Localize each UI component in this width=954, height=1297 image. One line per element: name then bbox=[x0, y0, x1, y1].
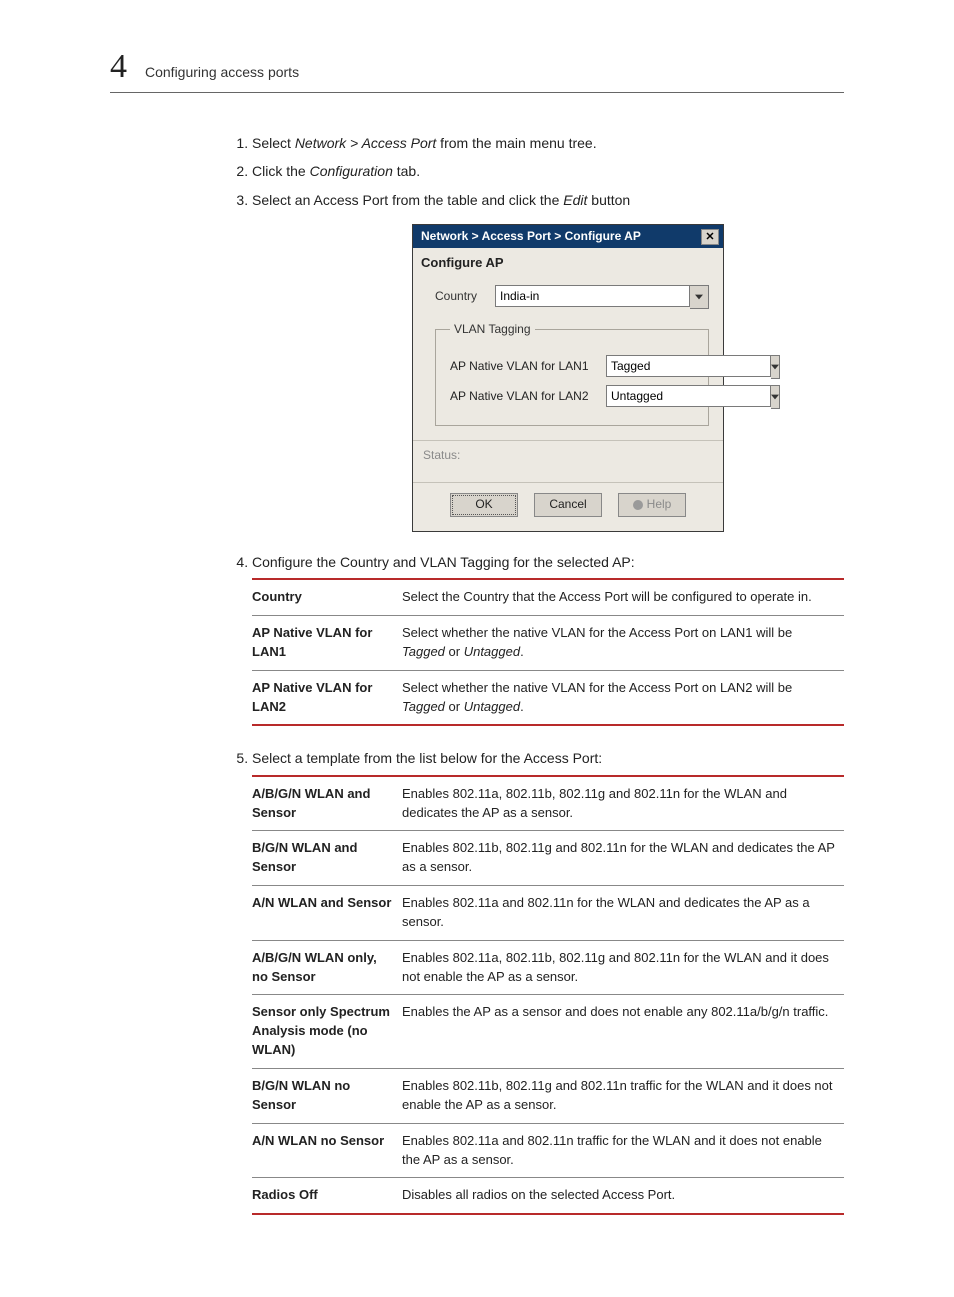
steps-list: Select Network > Access Port from the ma… bbox=[230, 133, 844, 1215]
chevron-down-icon[interactable] bbox=[771, 355, 780, 379]
step-1: Select Network > Access Port from the ma… bbox=[252, 133, 844, 153]
chapter-number: 4 bbox=[110, 48, 127, 86]
step-5: Select a template from the list below fo… bbox=[252, 748, 844, 1215]
table-row: Country Select the Country that the Acce… bbox=[252, 579, 844, 615]
status-area: Status: bbox=[413, 440, 723, 483]
step-3: Select an Access Port from the table and… bbox=[252, 190, 844, 532]
table-row: A/B/G/N WLAN only, no Sensor Enables 802… bbox=[252, 940, 844, 995]
lan2-input[interactable] bbox=[606, 385, 771, 407]
table-row: Radios Off Disables all radios on the se… bbox=[252, 1178, 844, 1214]
cancel-button[interactable]: Cancel bbox=[534, 493, 602, 517]
country-vlan-table: Country Select the Country that the Acce… bbox=[252, 578, 844, 726]
table-row: Sensor only Spectrum Analysis mode (no W… bbox=[252, 995, 844, 1069]
table-row: A/N WLAN and Sensor Enables 802.11a and … bbox=[252, 886, 844, 941]
table-row: A/N WLAN no Sensor Enables 802.11a and 8… bbox=[252, 1123, 844, 1178]
lan2-label: AP Native VLAN for LAN2 bbox=[450, 388, 606, 405]
table-row: A/B/G/N WLAN and Sensor Enables 802.11a,… bbox=[252, 776, 844, 831]
help-button[interactable]: Help bbox=[618, 493, 686, 517]
lan1-input[interactable] bbox=[606, 355, 771, 377]
table-row: AP Native VLAN for LAN2 Select whether t… bbox=[252, 670, 844, 725]
page-header: 4 Configuring access ports bbox=[110, 48, 844, 93]
close-icon[interactable]: ✕ bbox=[701, 229, 719, 245]
country-select[interactable] bbox=[495, 285, 709, 309]
lan1-label: AP Native VLAN for LAN1 bbox=[450, 358, 606, 375]
country-label: Country bbox=[435, 288, 495, 305]
section-title: Configuring access ports bbox=[145, 64, 299, 80]
table-row: B/G/N WLAN no Sensor Enables 802.11b, 80… bbox=[252, 1069, 844, 1124]
vlan-tagging-fieldset: VLAN Tagging AP Native VLAN for LAN1 bbox=[435, 321, 709, 425]
dialog-title: Network > Access Port > Configure AP bbox=[421, 228, 641, 245]
table-row: AP Native VLAN for LAN1 Select whether t… bbox=[252, 616, 844, 671]
step-2: Click the Configuration tab. bbox=[252, 161, 844, 181]
table-row: B/G/N WLAN and Sensor Enables 802.11b, 8… bbox=[252, 831, 844, 886]
configure-ap-dialog: Network > Access Port > Configure AP ✕ C… bbox=[412, 224, 724, 532]
dialog-subtitle: Configure AP bbox=[413, 248, 723, 275]
lan2-select[interactable] bbox=[606, 385, 698, 409]
step-4: Configure the Country and VLAN Tagging f… bbox=[252, 552, 844, 727]
chevron-down-icon[interactable] bbox=[771, 385, 780, 409]
chevron-down-icon[interactable] bbox=[690, 285, 709, 309]
country-input[interactable] bbox=[495, 285, 690, 307]
dialog-titlebar: Network > Access Port > Configure AP ✕ bbox=[413, 225, 723, 248]
lan1-select[interactable] bbox=[606, 355, 698, 379]
help-icon bbox=[633, 500, 643, 510]
vlan-legend: VLAN Tagging bbox=[450, 321, 535, 338]
template-table: A/B/G/N WLAN and Sensor Enables 802.11a,… bbox=[252, 775, 844, 1216]
ok-button[interactable]: OK bbox=[450, 493, 518, 517]
